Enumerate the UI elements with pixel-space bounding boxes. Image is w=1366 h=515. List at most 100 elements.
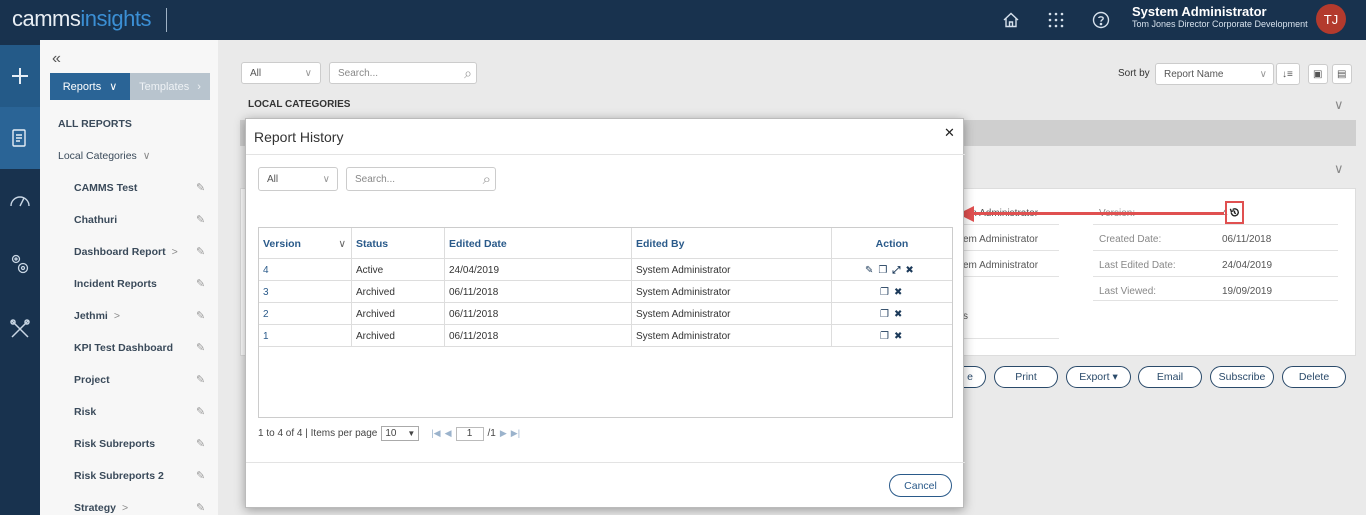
sidebar-item[interactable]: Dashboard Report > [74,246,178,258]
sort-order-icon[interactable]: ↓≡ [1276,63,1300,85]
table-row[interactable]: 1 Archived 06/11/2018 System Administrat… [259,324,952,346]
column-header-edited-by[interactable]: Edited By [636,228,684,259]
edit-icon[interactable]: ✎ [196,181,205,194]
sidebar-item[interactable]: CAMMS Test [74,182,137,194]
status-cell: Active [356,264,384,276]
divider [963,250,1059,251]
edit-icon[interactable]: ✎ [196,309,205,322]
dashboard-gauge-icon[interactable] [0,169,40,231]
sort-select[interactable]: Report Name ∨ [1155,63,1274,85]
delete-icon[interactable]: ✖ [894,331,902,342]
list-view-icon[interactable]: ▤ [1332,64,1352,84]
filter-select[interactable]: All ∨ [241,62,321,84]
avatar[interactable]: TJ [1316,4,1346,34]
edit-icon[interactable]: ✎ [196,245,205,258]
edit-icon[interactable]: ✎ [196,213,205,226]
edit-icon[interactable]: ✎ [196,341,205,354]
copy-icon[interactable]: ❐ [880,331,889,342]
all-reports-link[interactable]: ALL REPORTS [58,118,132,130]
apps-grid-icon[interactable] [1044,8,1068,32]
help-icon[interactable] [1089,8,1113,32]
edit-icon[interactable]: ✎ [196,437,205,450]
edit-icon[interactable]: ✎ [196,405,205,418]
history-icon[interactable] [1225,201,1244,224]
edit-icon[interactable]: ✎ [196,501,205,514]
delete-icon[interactable]: ✖ [905,265,913,276]
tools-icon[interactable] [0,298,40,360]
chevron-down-icon[interactable]: ∨ [1334,161,1344,177]
last-page-icon[interactable]: ▶| [511,428,520,439]
grid-view-icon[interactable]: ▣ [1308,64,1328,84]
close-icon[interactable]: ✕ [944,125,955,141]
copy-icon[interactable]: ❐ [878,265,887,276]
delete-icon[interactable]: ✖ [894,287,902,298]
user-name: System Administrator [1132,4,1267,19]
sidebar-item[interactable]: Jethmi > [74,310,120,322]
export-button[interactable]: Export ▾ [1066,366,1131,388]
last-viewed-value: 19/09/2019 [1222,286,1273,297]
copy-icon[interactable]: ❐ [880,287,889,298]
sidebar-item[interactable]: Incident Reports [74,278,157,290]
detail-value: em Administrator [963,234,1039,245]
column-header-status[interactable]: Status [356,228,388,259]
local-categories-toggle[interactable]: Local Categories ∨ [58,150,150,162]
table-row[interactable]: 4 Active 24/04/2019 System Administrator… [259,258,952,280]
tab-reports[interactable]: Reports ∨ [50,73,130,100]
search-icon[interactable]: ⌕ [464,65,472,82]
date-cell: 24/04/2019 [449,264,500,276]
home-icon[interactable] [999,8,1023,32]
version-link[interactable]: 2 [263,303,269,325]
divider [963,338,1059,339]
last-edited-value: 24/04/2019 [1222,260,1273,271]
version-link[interactable]: 1 [263,325,269,347]
edit-icon[interactable]: ✎ [196,469,205,482]
divider [1093,276,1338,277]
edit-icon[interactable]: ✎ [196,373,205,386]
version-link[interactable]: 3 [263,281,269,303]
divider [1093,250,1338,251]
settings-gears-icon[interactable] [0,233,40,295]
edit-icon[interactable]: ✎ [865,265,873,276]
app-logo[interactable]: cammsinsights [12,6,151,32]
first-page-icon[interactable]: |◀ [431,428,440,439]
sidebar-item[interactable]: Risk Subreports 2 [74,470,164,482]
sidebar-item[interactable]: KPI Test Dashboard [74,342,173,354]
add-icon[interactable] [0,45,40,107]
editor-cell: System Administrator [636,330,731,342]
annotation-arrow-line [972,212,1224,215]
delete-button[interactable]: Delete [1282,366,1346,388]
cancel-button[interactable]: Cancel [889,474,952,497]
sidebar-item[interactable]: Chathuri [74,214,117,226]
search-icon[interactable]: ⌕ [483,171,491,188]
delete-icon[interactable]: ✖ [894,309,902,320]
expand-icon[interactable]: ⤢ [892,265,900,276]
prev-page-icon[interactable]: ◀ [445,428,452,439]
next-page-icon[interactable]: ▶ [500,428,507,439]
collapse-nav-icon[interactable]: « [52,50,61,68]
column-header-version[interactable]: Version ∨ [263,228,352,259]
tab-templates[interactable]: Templates › [130,73,210,100]
edit-icon[interactable]: ✎ [196,277,205,290]
subscribe-button[interactable]: Subscribe [1210,366,1274,388]
table-row[interactable]: 2 Archived 06/11/2018 System Administrat… [259,302,952,324]
sidebar-item[interactable]: Risk Subreports [74,438,155,450]
sidebar-item[interactable]: Strategy > [74,502,128,514]
items-per-page-select[interactable]: 10 ▼ [381,426,420,441]
page-number-input[interactable]: 1 [455,426,484,441]
email-button[interactable]: Email [1138,366,1202,388]
editor-cell: System Administrator [636,264,731,276]
search-input[interactable]: Search... ⌕ [329,62,477,84]
copy-icon[interactable]: ❐ [880,309,889,320]
history-filter-select[interactable]: All ∨ [258,167,338,191]
column-header-edited-date[interactable]: Edited Date [449,228,507,259]
history-search-input[interactable]: Search... ⌕ [346,167,496,191]
sidebar-item[interactable]: Risk [74,406,96,418]
chevron-down-icon[interactable]: ∨ [1334,97,1344,113]
reports-icon[interactable] [0,107,40,169]
table-row[interactable]: 3 Archived 06/11/2018 System Administrat… [259,280,952,302]
sidebar-item[interactable]: Project [74,374,110,386]
dialog-divider [246,154,965,155]
print-button[interactable]: Print [994,366,1058,388]
version-link[interactable]: 4 [263,259,269,281]
page-total: /1 [487,428,496,439]
